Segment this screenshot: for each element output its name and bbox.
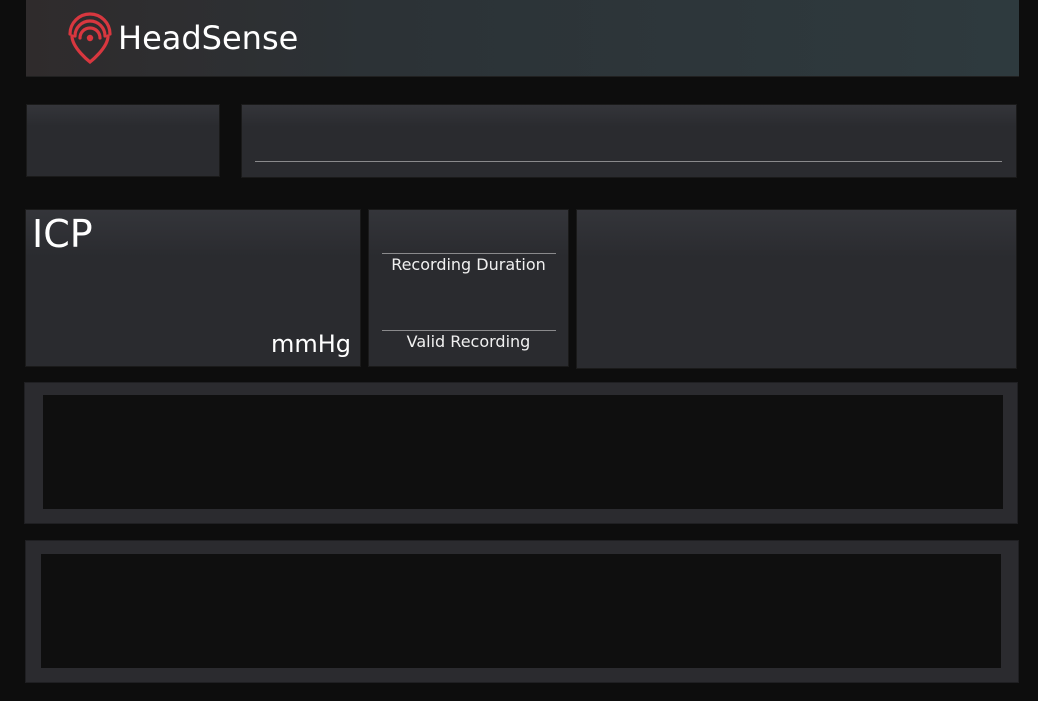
icp-panel: ICP mmHg xyxy=(25,209,361,367)
status-panel-right xyxy=(576,209,1017,369)
divider-line xyxy=(382,330,556,331)
signal-location-pin-icon xyxy=(68,12,112,64)
divider-line xyxy=(255,161,1002,162)
divider-line xyxy=(382,253,556,254)
recording-panel: Recording Duration Valid Recording xyxy=(368,209,569,367)
header-bar: HeadSense xyxy=(26,0,1019,77)
icp-unit: mmHg xyxy=(270,330,351,358)
waveform-frame-top xyxy=(24,382,1018,524)
brand-logo: HeadSense xyxy=(64,12,298,64)
recording-duration-label: Recording Duration xyxy=(391,255,546,274)
info-panel-wide xyxy=(241,104,1017,178)
valid-recording-label: Valid Recording xyxy=(406,332,531,351)
app-window: HeadSense ICP mmHg Recording Duration Va… xyxy=(0,0,1038,701)
waveform-plot-area-bottom xyxy=(41,554,1001,668)
waveform-plot-area-top xyxy=(43,395,1003,509)
waveform-frame-bottom xyxy=(25,540,1019,683)
brand-name: HeadSense xyxy=(118,19,299,57)
info-panel-left xyxy=(26,104,220,177)
icp-title: ICP xyxy=(32,212,93,256)
